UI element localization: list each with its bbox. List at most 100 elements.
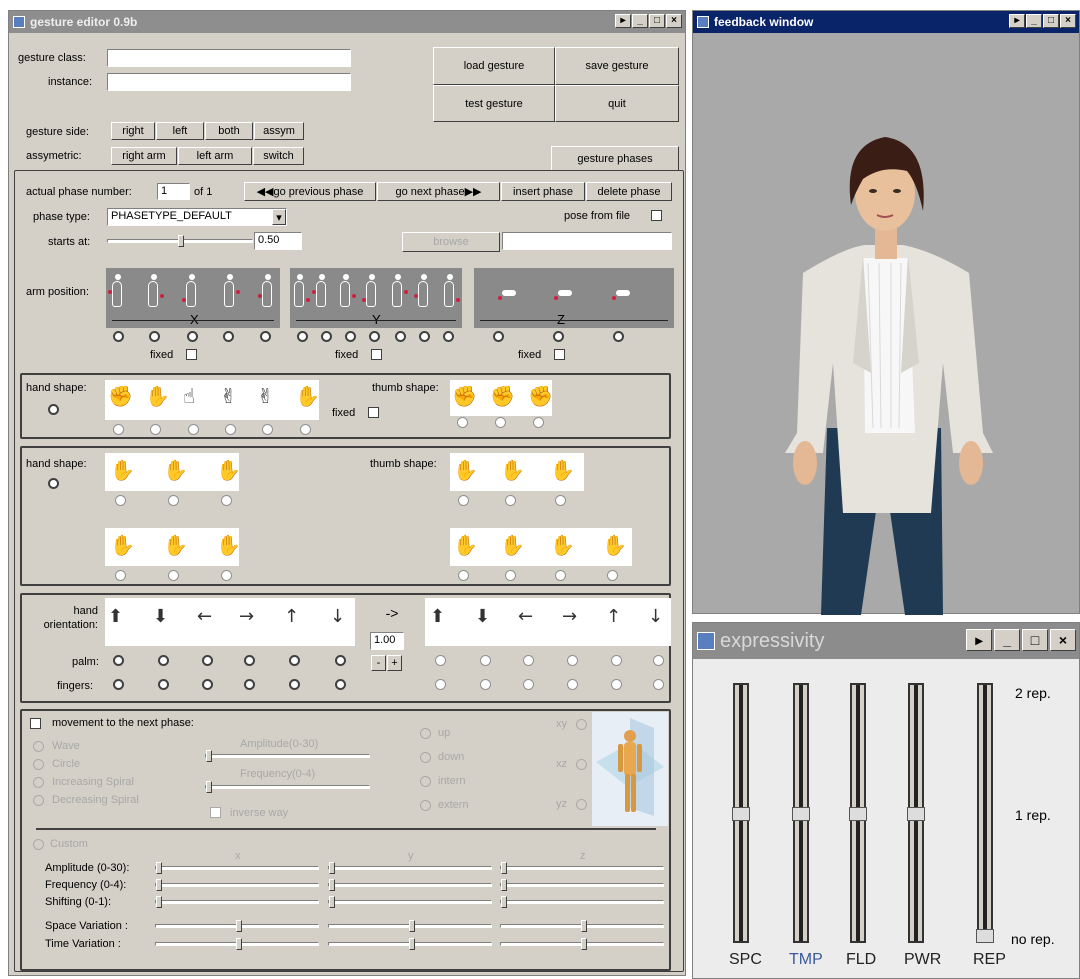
hand-shape-option-radio[interactable] [262, 424, 273, 435]
movement-type-radio[interactable] [33, 741, 44, 752]
custom-slider-thumb[interactable] [501, 862, 507, 874]
direction-radio[interactable] [420, 752, 431, 763]
next-phase-button[interactable]: go next phase ▶▶ [377, 182, 500, 201]
maximize-icon[interactable]: □ [1043, 14, 1059, 28]
gesture-class-input[interactable] [107, 49, 351, 67]
thumb-shape-option-radio[interactable] [458, 570, 469, 581]
fingers-radio-right[interactable] [435, 679, 446, 690]
custom-slider-thumb[interactable] [329, 862, 335, 874]
palm-radio-right[interactable] [611, 655, 622, 666]
movement-checkbox[interactable] [30, 718, 41, 729]
direction-radio[interactable] [420, 800, 431, 811]
hand-shape-option-radio[interactable] [221, 495, 232, 506]
custom-slider-thumb[interactable] [581, 938, 587, 950]
arm-position-radio[interactable] [443, 331, 454, 342]
arm-position-radio[interactable] [321, 331, 332, 342]
fingers-radio-right[interactable] [567, 679, 578, 690]
fingers-radio[interactable] [335, 679, 346, 690]
editor-titlebar[interactable]: gesture editor 0.9b ▸ _ □ × [9, 11, 685, 33]
minimize-icon[interactable]: _ [632, 14, 648, 28]
thumb-shape-option-radio[interactable] [457, 417, 468, 428]
custom-slider[interactable] [155, 862, 319, 874]
direction-radio[interactable] [420, 728, 431, 739]
thumb-shape-option-radio[interactable] [533, 417, 544, 428]
arm-position-radio[interactable] [493, 331, 504, 342]
thumb-shape-option-radio[interactable] [555, 570, 566, 581]
palm-radio[interactable] [335, 655, 346, 666]
palm-radio-right[interactable] [523, 655, 534, 666]
hand-shape-option-radio[interactable] [113, 424, 124, 435]
expressivity-slider-thumb[interactable] [849, 807, 867, 821]
direction-radio[interactable] [420, 776, 431, 787]
expressivity-slider-thumb[interactable] [976, 929, 994, 943]
custom-slider-thumb[interactable] [236, 938, 242, 950]
custom-slider[interactable] [328, 938, 492, 950]
fingers-radio-right[interactable] [480, 679, 491, 690]
plane-radio[interactable] [576, 799, 587, 810]
hand-shape-option-radio[interactable] [168, 570, 179, 581]
arm-position-radio[interactable] [395, 331, 406, 342]
left-arm-button[interactable]: left arm [178, 147, 252, 165]
arm-position-radio[interactable] [187, 331, 198, 342]
side-both-button[interactable]: both [205, 122, 253, 140]
thumb-shape-option-radio[interactable] [555, 495, 566, 506]
plane-radio[interactable] [576, 719, 587, 730]
thumb-shape-option-radio[interactable] [505, 495, 516, 506]
hand-shape-option-radio[interactable] [115, 570, 126, 581]
custom-slider-thumb[interactable] [409, 938, 415, 950]
custom-slider-thumb[interactable] [501, 896, 507, 908]
custom-slider[interactable] [500, 862, 664, 874]
amplitude-small-slider[interactable] [205, 750, 370, 762]
expressivity-slider-thumb[interactable] [732, 807, 750, 821]
tab-gesture-phases[interactable]: gesture phases [551, 146, 679, 170]
instance-input[interactable] [107, 73, 351, 91]
insert-phase-button[interactable]: insert phase [501, 182, 585, 201]
arm-position-radio[interactable] [345, 331, 356, 342]
starts-at-input[interactable]: 0.50 [254, 232, 302, 250]
custom-slider[interactable] [155, 879, 319, 891]
frequency-small-slider[interactable] [205, 781, 370, 793]
fingers-radio[interactable] [113, 679, 124, 690]
arm-position-radio[interactable] [613, 331, 624, 342]
custom-slider[interactable] [328, 879, 492, 891]
side-assym-button[interactable]: assym [254, 122, 304, 140]
hand-shape-option-radio[interactable] [115, 495, 126, 506]
palm-radio[interactable] [113, 655, 124, 666]
movement-type-radio[interactable] [33, 795, 44, 806]
fingers-radio[interactable] [158, 679, 169, 690]
palm-radio-right[interactable] [480, 655, 491, 666]
thumb-shape-option-radio[interactable] [607, 570, 618, 581]
hand-shape-option-radio[interactable] [300, 424, 311, 435]
arm-position-radio[interactable] [149, 331, 160, 342]
minus-button[interactable]: - [371, 655, 386, 671]
play-icon[interactable]: ▸ [966, 629, 992, 651]
custom-slider[interactable] [155, 896, 319, 908]
custom-radio[interactable] [33, 839, 44, 850]
orientation-value-input[interactable]: 1.00 [370, 632, 404, 650]
inverse-way-checkbox[interactable] [210, 807, 221, 818]
thumb-shape-option-radio[interactable] [458, 495, 469, 506]
load-gesture-button[interactable]: load gesture [433, 47, 555, 85]
fixed-x-checkbox[interactable] [186, 349, 197, 360]
quit-button[interactable]: quit [555, 85, 679, 122]
custom-slider[interactable] [500, 938, 664, 950]
amplitude-small-thumb[interactable] [206, 750, 212, 762]
arm-position-radio[interactable] [113, 331, 124, 342]
side-right-button[interactable]: right [111, 122, 155, 140]
hand-shape-option-radio[interactable] [221, 570, 232, 581]
test-gesture-button[interactable]: test gesture [433, 85, 555, 122]
custom-slider[interactable] [500, 920, 664, 932]
custom-slider[interactable] [500, 896, 664, 908]
arm-position-radio[interactable] [553, 331, 564, 342]
play-icon[interactable]: ▸ [1009, 14, 1025, 28]
avatar-3d-viewport[interactable] [693, 33, 1080, 615]
fingers-radio-right[interactable] [523, 679, 534, 690]
close-icon[interactable]: × [666, 14, 682, 28]
maximize-icon[interactable]: □ [1022, 629, 1048, 651]
fingers-radio[interactable] [202, 679, 213, 690]
browse-button[interactable]: browse [402, 232, 500, 252]
fingers-radio-right[interactable] [611, 679, 622, 690]
hand-shape-option-radio[interactable] [188, 424, 199, 435]
custom-slider[interactable] [155, 920, 319, 932]
feedback-titlebar[interactable]: feedback window ▸ _ □ × [693, 11, 1079, 33]
